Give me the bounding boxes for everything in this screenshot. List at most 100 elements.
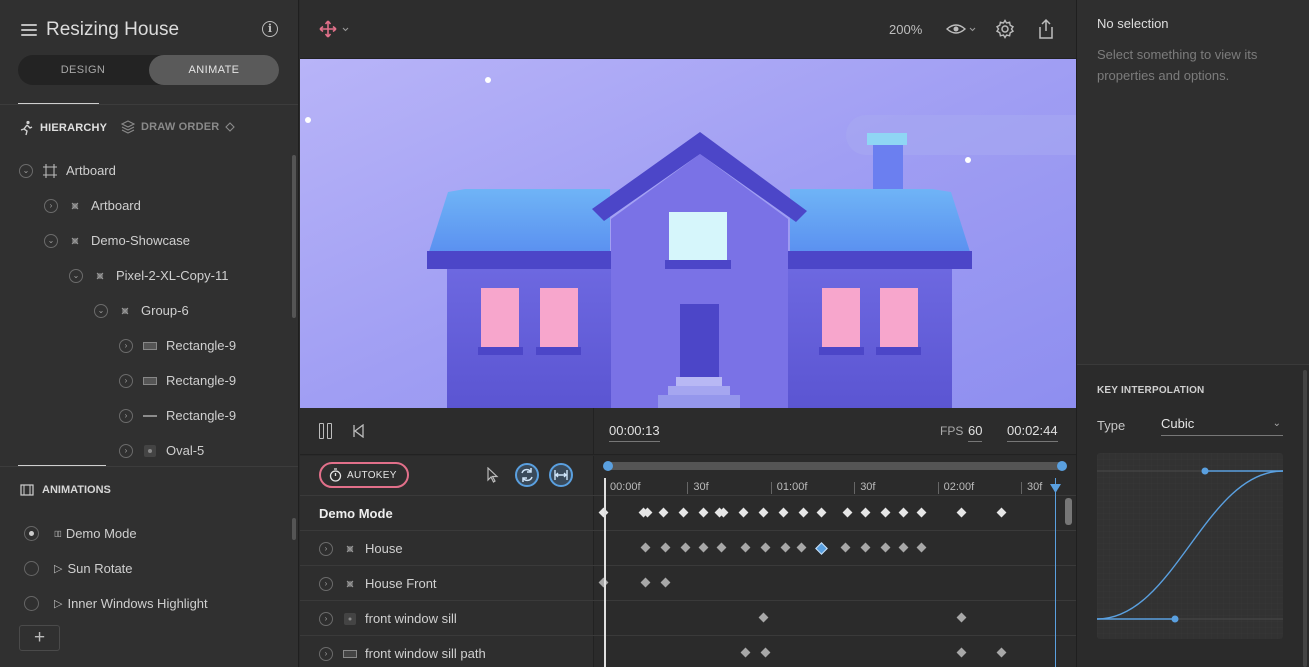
keyframe[interactable] bbox=[778, 507, 789, 518]
keyframe[interactable] bbox=[660, 577, 671, 588]
animation-item[interactable]: ▷ Sun Rotate bbox=[24, 556, 133, 580]
keyframe[interactable] bbox=[842, 507, 853, 518]
tree-item[interactable]: ⌄ Group-6 bbox=[94, 293, 189, 328]
inspector-scrollbar[interactable] bbox=[1303, 370, 1307, 667]
chevron-down-icon[interactable]: ⌄ bbox=[44, 233, 58, 248]
keyframe[interactable] bbox=[758, 612, 769, 623]
animation-radio[interactable] bbox=[24, 525, 39, 541]
keyframe[interactable] bbox=[758, 507, 769, 518]
animation-radio[interactable] bbox=[24, 595, 39, 611]
keyframe[interactable] bbox=[798, 507, 809, 518]
timeline-track[interactable]: Demo Mode bbox=[300, 495, 1076, 530]
keyframe[interactable] bbox=[680, 542, 691, 553]
keyframe[interactable] bbox=[898, 507, 909, 518]
animate-mode-button[interactable]: ANIMATE bbox=[149, 55, 279, 85]
chevron-right-icon[interactable]: › bbox=[44, 198, 58, 213]
keyframe[interactable] bbox=[760, 647, 771, 658]
keyframe[interactable] bbox=[780, 542, 791, 553]
tree-item[interactable]: › Artboard bbox=[44, 188, 141, 223]
keyframe[interactable] bbox=[698, 542, 709, 553]
chevron-right-icon[interactable]: › bbox=[319, 541, 333, 556]
keyframe[interactable] bbox=[956, 647, 967, 658]
keyframe[interactable] bbox=[898, 542, 909, 553]
keyframe[interactable] bbox=[658, 507, 669, 518]
tree-item[interactable]: ⌄ Demo-Showcase bbox=[44, 223, 190, 258]
timeline-scrollbar[interactable] bbox=[1065, 498, 1072, 525]
keyframe[interactable] bbox=[860, 507, 871, 518]
tree-item[interactable]: › Rectangle-9 bbox=[119, 398, 236, 433]
animation-radio[interactable] bbox=[24, 560, 39, 576]
zoom-level[interactable]: 200% bbox=[889, 22, 922, 37]
tab-draw-order[interactable]: DRAW ORDER bbox=[121, 120, 236, 134]
control-point-1[interactable] bbox=[1171, 615, 1179, 623]
keyframe[interactable] bbox=[956, 507, 967, 518]
keyframe[interactable] bbox=[880, 507, 891, 518]
keyframe[interactable] bbox=[640, 577, 651, 588]
keyframe[interactable] bbox=[640, 542, 651, 553]
timeline-track[interactable]: › House bbox=[300, 530, 1076, 565]
animation-item[interactable]: ▯▯ Demo Mode bbox=[24, 521, 137, 545]
interpolation-type-select[interactable]: Cubic ⌄ bbox=[1161, 416, 1283, 436]
tree-item[interactable]: › Rectangle-9 bbox=[119, 328, 236, 363]
tree-item[interactable]: › Oval-5 bbox=[119, 433, 204, 468]
export-share-icon[interactable] bbox=[1037, 18, 1055, 40]
loop-toggle-button[interactable] bbox=[515, 463, 539, 487]
keyframe[interactable] bbox=[840, 542, 851, 553]
tab-hierarchy[interactable]: HIERARCHY bbox=[18, 120, 107, 136]
chevron-right-icon[interactable]: › bbox=[119, 373, 133, 388]
eye-icon[interactable] bbox=[946, 21, 978, 37]
design-mode-button[interactable]: DESIGN bbox=[18, 55, 148, 85]
keyframe[interactable] bbox=[660, 542, 671, 553]
chevron-down-icon[interactable]: ⌄ bbox=[94, 303, 108, 318]
fps-field[interactable]: 60 bbox=[968, 423, 983, 442]
keyframe[interactable] bbox=[916, 507, 927, 518]
keyframe[interactable] bbox=[996, 507, 1007, 518]
chevron-right-icon[interactable]: › bbox=[319, 611, 333, 626]
cursor-pointer-icon[interactable] bbox=[487, 467, 499, 483]
add-animation-button[interactable]: + bbox=[19, 625, 60, 651]
timeline-track[interactable]: › House Front bbox=[300, 565, 1076, 600]
artboard-canvas[interactable] bbox=[300, 59, 1076, 408]
tree-item[interactable]: ⌄ Artboard bbox=[19, 153, 116, 188]
keyframe[interactable] bbox=[760, 542, 771, 553]
animations-scrollbar[interactable] bbox=[292, 518, 296, 540]
tree-item[interactable]: ⌄ Pixel-2-XL-Copy-11 bbox=[69, 258, 228, 293]
keyframe[interactable] bbox=[796, 542, 807, 553]
timeline-range-bar[interactable] bbox=[603, 461, 1067, 471]
keyframe[interactable] bbox=[678, 507, 689, 518]
keyframe[interactable] bbox=[740, 647, 751, 658]
timeline-track[interactable]: › front window sill bbox=[300, 600, 1076, 635]
chevron-down-icon[interactable]: ⌄ bbox=[69, 268, 83, 283]
end-marker-handle-icon[interactable] bbox=[1050, 484, 1061, 493]
end-marker[interactable] bbox=[1055, 478, 1056, 667]
keyframe[interactable] bbox=[860, 542, 871, 553]
chevron-right-icon[interactable]: › bbox=[119, 443, 133, 458]
range-start-handle[interactable] bbox=[603, 461, 613, 471]
autokey-button[interactable]: AUTOKEY bbox=[319, 462, 409, 488]
skip-to-start-icon[interactable] bbox=[352, 424, 364, 438]
keyframe[interactable] bbox=[740, 542, 751, 553]
tree-item[interactable]: › Rectangle-9 bbox=[119, 363, 236, 398]
hierarchy-scrollbar[interactable] bbox=[292, 155, 296, 318]
timeline-track[interactable]: › front window sill path bbox=[300, 635, 1076, 667]
chevron-down-icon[interactable]: ⌄ bbox=[19, 163, 33, 178]
keyframe[interactable] bbox=[815, 542, 828, 555]
keyframe[interactable] bbox=[880, 542, 891, 553]
chevron-right-icon[interactable]: › bbox=[319, 576, 333, 591]
chevron-right-icon[interactable]: › bbox=[119, 408, 133, 423]
playhead[interactable] bbox=[604, 478, 606, 667]
hamburger-menu-icon[interactable] bbox=[21, 24, 37, 36]
animation-item[interactable]: ▷ Inner Windows Highlight bbox=[24, 591, 208, 615]
fit-timeline-button[interactable] bbox=[549, 463, 573, 487]
info-icon[interactable]: i bbox=[262, 21, 278, 37]
settings-gear-icon[interactable] bbox=[995, 19, 1015, 39]
keyframe[interactable] bbox=[816, 507, 827, 518]
chevron-right-icon[interactable]: › bbox=[119, 338, 133, 353]
file-title[interactable]: Resizing House bbox=[46, 19, 179, 41]
keyframe[interactable] bbox=[956, 612, 967, 623]
keyframe[interactable] bbox=[996, 647, 1007, 658]
duration-field[interactable]: 00:02:44 bbox=[1007, 423, 1058, 442]
interpolation-curve-editor[interactable] bbox=[1097, 453, 1283, 639]
keyframe[interactable] bbox=[716, 542, 727, 553]
control-point-2[interactable] bbox=[1201, 467, 1209, 475]
